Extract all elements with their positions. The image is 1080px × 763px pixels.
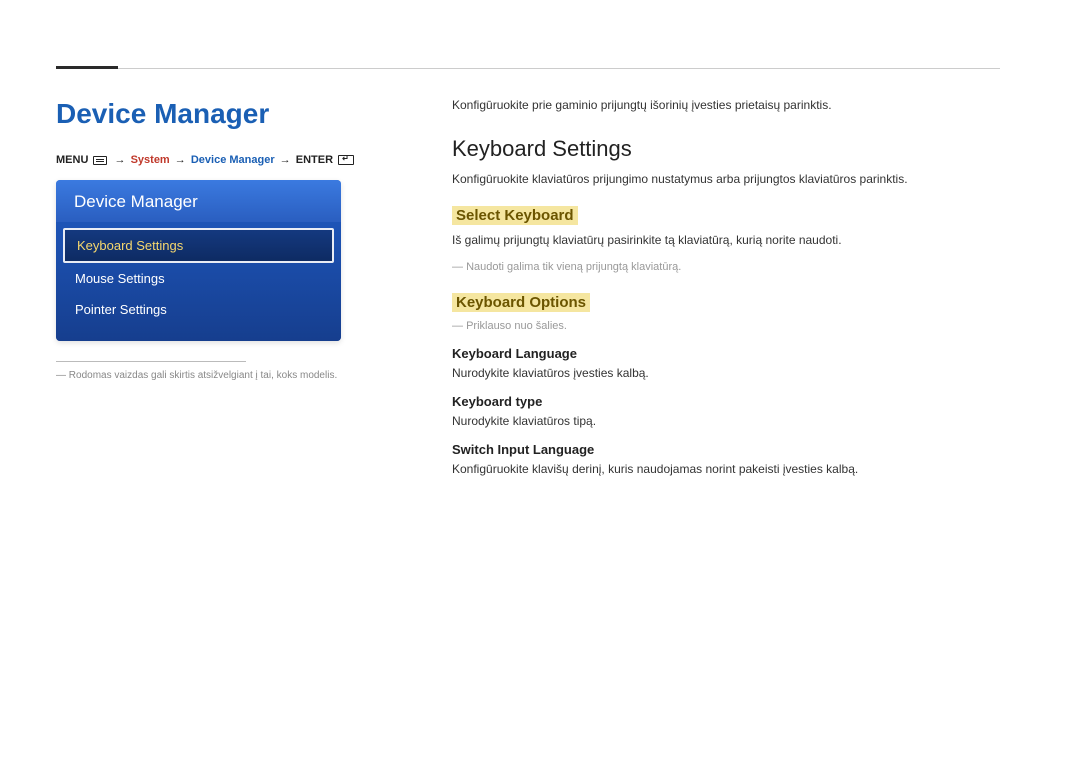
switch-input-language-body: Konfigūruokite klavišų derinį, kuris nau… <box>452 462 1012 476</box>
menu-item-mouse-settings[interactable]: Mouse Settings <box>63 263 334 294</box>
arrow-icon: → <box>280 154 291 166</box>
keyboard-type-body: Nurodykite klaviatūros tipą. <box>452 414 1012 428</box>
top-divider-accent <box>56 66 118 69</box>
menu-item-keyboard-settings[interactable]: Keyboard Settings <box>63 228 334 263</box>
menu-icon <box>93 156 107 165</box>
section-keyboard-settings-body: Konfigūruokite klaviatūros prijungimo nu… <box>452 172 1012 186</box>
keyboard-language-body: Nurodykite klaviatūros įvesties kalbą. <box>452 366 1012 380</box>
top-divider <box>56 68 1000 69</box>
left-column: Device Manager MENU → System → Device Ma… <box>56 98 356 381</box>
footnote-divider <box>56 361 246 362</box>
menu-panel: Device Manager Keyboard Settings Mouse S… <box>56 180 341 341</box>
menu-item-pointer-settings[interactable]: Pointer Settings <box>63 294 334 325</box>
right-column: Konfigūruokite prie gaminio prijungtų iš… <box>452 98 1012 490</box>
heading-keyboard-options: Keyboard Options <box>452 293 590 312</box>
heading-switch-input-language: Switch Input Language <box>452 442 1012 457</box>
section-keyboard-settings-title: Keyboard Settings <box>452 136 1012 162</box>
heading-keyboard-type: Keyboard type <box>452 394 1012 409</box>
breadcrumb-system: System <box>131 154 170 166</box>
heading-keyboard-language: Keyboard Language <box>452 346 1012 361</box>
breadcrumb-enter-label: ENTER <box>296 154 333 166</box>
select-keyboard-body: Iš galimų prijungtų klaviatūrų pasirinki… <box>452 233 1012 247</box>
intro-text: Konfigūruokite prie gaminio prijungtų iš… <box>452 98 1012 112</box>
breadcrumb-menu-label: MENU <box>56 154 88 166</box>
left-footnote: Rodomas vaizdas gali skirtis atsižvelgia… <box>56 370 356 381</box>
select-keyboard-note: Naudoti galima tik vieną prijungtą klavi… <box>452 261 1012 273</box>
menu-panel-items: Keyboard Settings Mouse Settings Pointer… <box>56 222 341 341</box>
heading-select-keyboard: Select Keyboard <box>452 206 578 225</box>
arrow-icon: → <box>175 154 186 166</box>
enter-icon <box>338 155 354 165</box>
menu-panel-header: Device Manager <box>56 180 341 222</box>
page-title: Device Manager <box>56 98 356 130</box>
keyboard-options-note: Priklauso nuo šalies. <box>452 320 1012 332</box>
arrow-icon: → <box>115 154 126 166</box>
breadcrumb: MENU → System → Device Manager → ENTER <box>56 154 356 166</box>
breadcrumb-device-manager: Device Manager <box>191 154 275 166</box>
